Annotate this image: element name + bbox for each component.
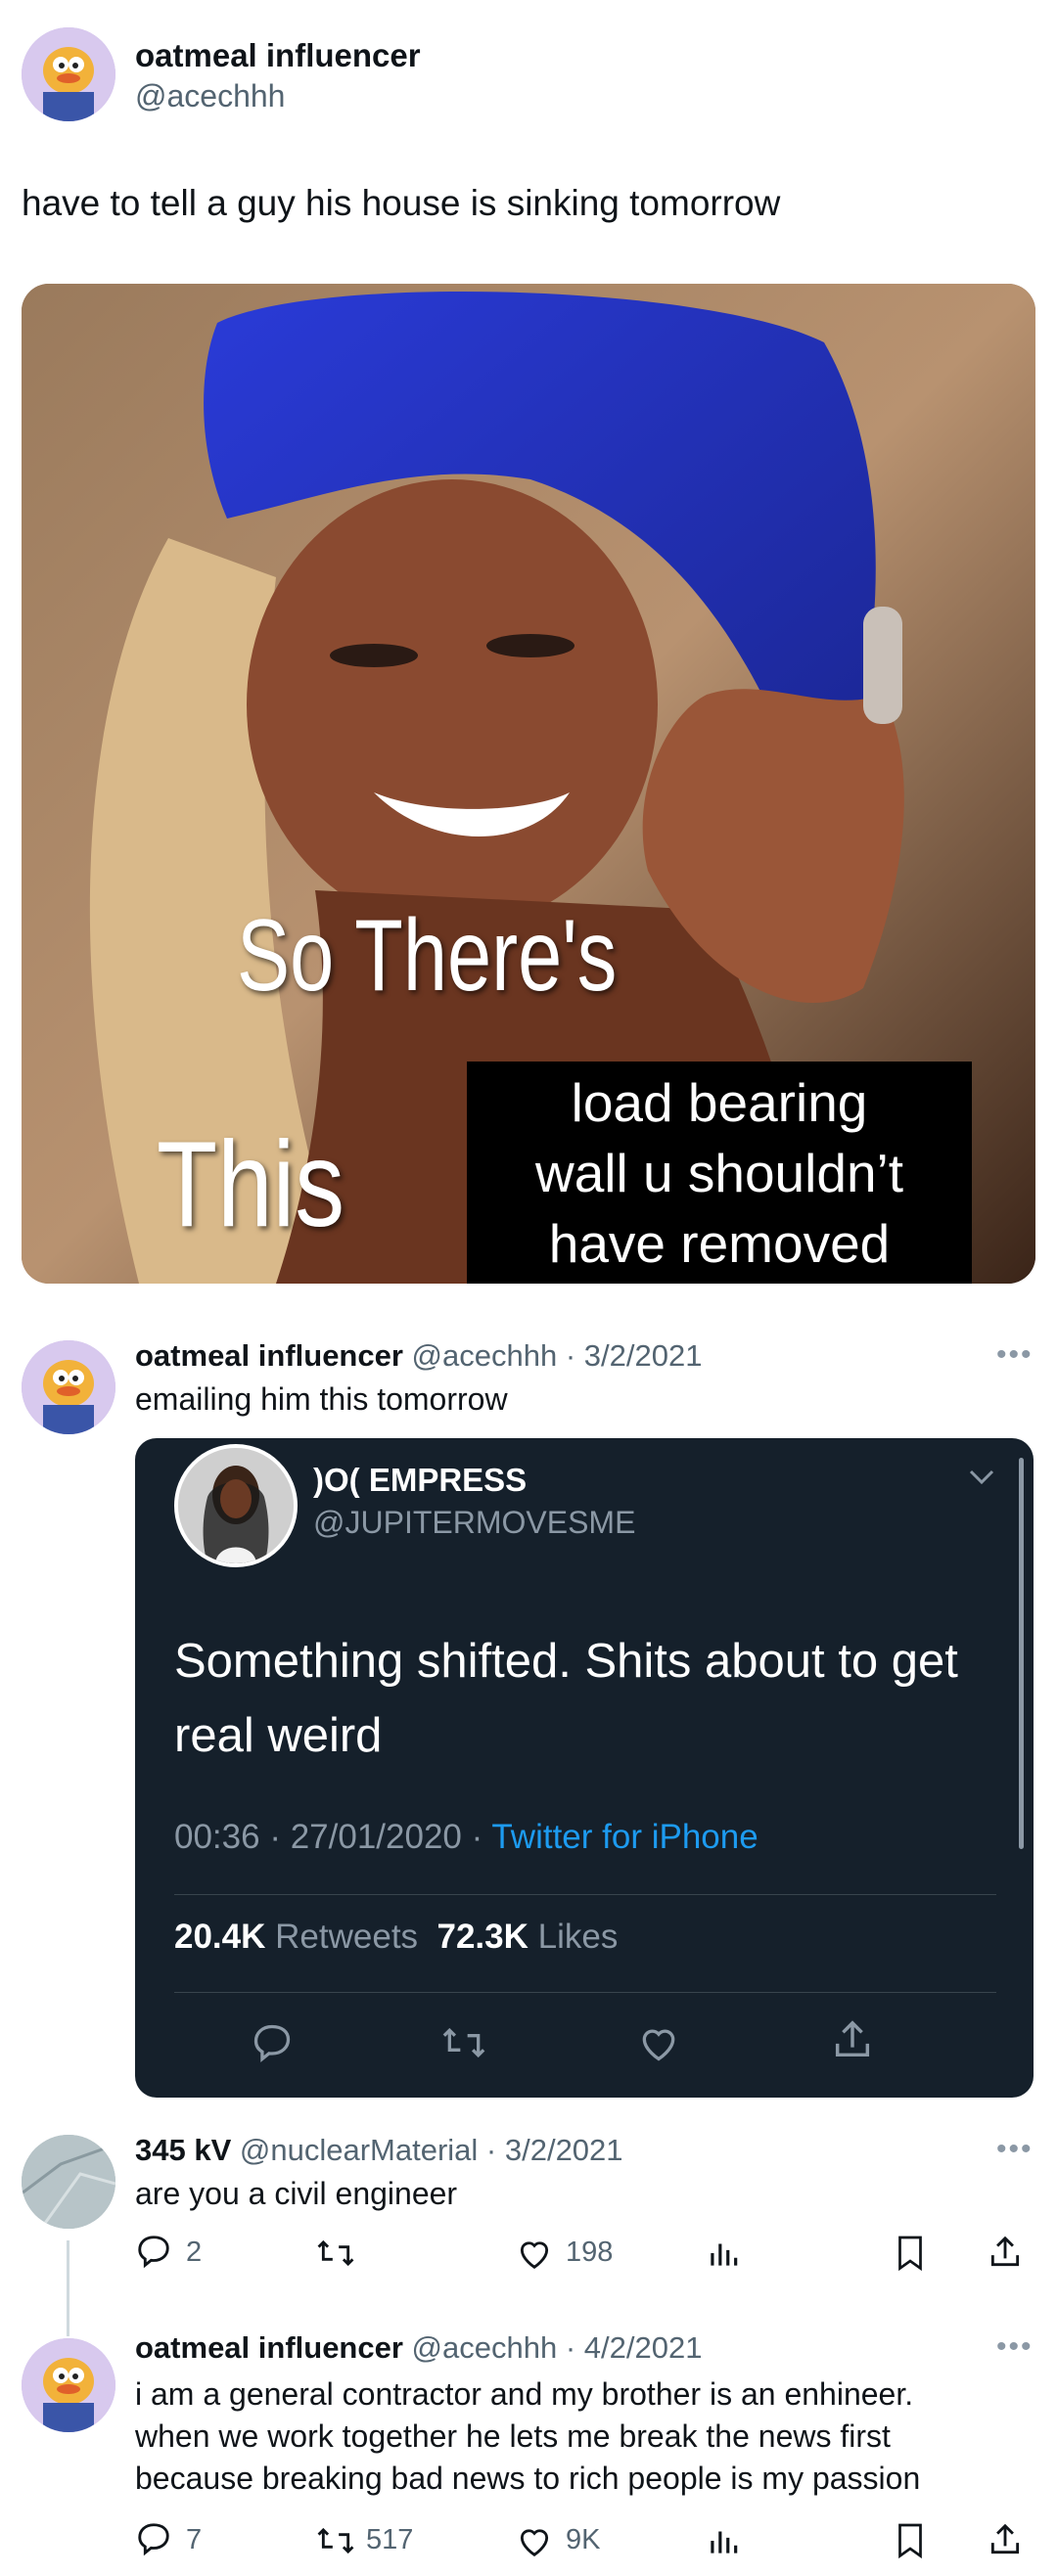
retweet-icon[interactable] — [315, 2235, 356, 2272]
reply2-header: 345 kV @nuclearMaterial · 3/2/2021 — [135, 2133, 623, 2168]
share-icon[interactable] — [830, 2017, 875, 2062]
quoted-avatar[interactable] — [174, 1444, 298, 1567]
quoted-meta: 00:36 · 27/01/2020 · Twitter for iPhone — [174, 1818, 758, 1856]
more-options-icon[interactable]: ••• — [996, 1338, 1034, 1372]
handle[interactable]: @acechhh — [135, 78, 285, 114]
quoted-time: 00:36 — [174, 1818, 260, 1856]
quoted-handle[interactable]: @JUPITERMOVESME — [313, 1505, 635, 1541]
avatar[interactable] — [22, 27, 115, 121]
analytics-icon[interactable] — [705, 2235, 742, 2272]
more-options-icon[interactable]: ••• — [996, 2133, 1034, 2166]
quoted-source[interactable]: Twitter for iPhone — [491, 1818, 758, 1856]
retweets-count[interactable]: 20.4K — [174, 1918, 265, 1956]
meme-caption-bottom: This — [157, 1117, 345, 1252]
quoted-display-name[interactable]: )O( EMPRESS — [313, 1462, 527, 1499]
like-count: 9K — [566, 2524, 601, 2555]
meme-overlay-line-1: load bearing — [571, 1072, 868, 1133]
chevron-down-icon[interactable] — [967, 1468, 996, 1492]
divider — [174, 1992, 996, 1993]
analytics-icon[interactable] — [705, 2522, 742, 2559]
reply2-handle[interactable]: @nuclearMaterial — [240, 2133, 478, 2167]
likes-count[interactable]: 72.3K — [437, 1918, 528, 1956]
separator-dot: · — [557, 2330, 584, 2365]
retweets-label[interactable]: Retweets — [275, 1918, 418, 1956]
thread-line — [67, 2240, 69, 2336]
reply-icon[interactable] — [135, 2233, 172, 2270]
quoted-stats: 20.4K Retweets 72.3K Likes — [174, 1918, 618, 1957]
retweet-icon[interactable] — [440, 2021, 487, 2064]
reply1-text: emailing him this tomorrow — [135, 1381, 508, 1417]
reply3-handle[interactable]: @acechhh — [412, 2330, 558, 2365]
reply1-avatar[interactable] — [22, 1340, 115, 1434]
reply-icon[interactable] — [135, 2520, 172, 2557]
separator-dot: · — [557, 1338, 584, 1373]
display-name[interactable]: oatmeal influencer — [135, 37, 421, 74]
reply-icon[interactable] — [251, 2021, 294, 2064]
reply-count: 2 — [186, 2237, 203, 2268]
quoted-text: Something shifted. Shits about to get re… — [174, 1635, 958, 1762]
scrollbar[interactable] — [1019, 1458, 1024, 1849]
tweet-text: have to tell a guy his house is sinking … — [22, 183, 781, 223]
separator-dot: · — [478, 2133, 505, 2167]
reply3-text: i am a general contractor and my brother… — [135, 2376, 921, 2496]
reply2-date[interactable]: 3/2/2021 — [505, 2133, 623, 2167]
like-icon[interactable] — [636, 2021, 681, 2064]
bookmark-icon[interactable] — [893, 2233, 928, 2272]
retweet-count: 517 — [366, 2524, 414, 2555]
share-icon[interactable] — [987, 2233, 1024, 2272]
reply1-header: oatmeal influencer @acechhh · 3/2/2021 — [135, 1338, 702, 1374]
meme-image[interactable]: So There's This load bearing wall u shou… — [22, 284, 1035, 1284]
reply2-avatar[interactable] — [22, 2135, 115, 2229]
reply2-display-name[interactable]: 345 kV — [135, 2133, 231, 2167]
like-count: 198 — [566, 2237, 614, 2268]
reply-count: 7 — [186, 2524, 203, 2555]
meme-overlay-line-2: wall u shouldn’t — [534, 1143, 904, 1203]
meme-overlay-line-3: have removed — [548, 1213, 891, 1274]
quoted-date: 27/01/2020 — [290, 1818, 462, 1856]
reply1-display-name[interactable]: oatmeal influencer — [135, 1338, 403, 1373]
reply3-header: oatmeal influencer @acechhh · 4/2/2021 — [135, 2330, 702, 2366]
likes-label[interactable]: Likes — [538, 1918, 619, 1956]
reply3-avatar[interactable] — [22, 2338, 115, 2432]
bookmark-icon[interactable] — [893, 2520, 928, 2559]
reply1-handle[interactable]: @acechhh — [412, 1338, 558, 1373]
divider — [174, 1894, 996, 1895]
more-options-icon[interactable]: ••• — [996, 2330, 1034, 2364]
like-icon[interactable] — [515, 2235, 554, 2272]
reply2-text: are you a civil engineer — [135, 2176, 458, 2211]
share-icon[interactable] — [987, 2520, 1024, 2559]
like-icon[interactable] — [515, 2522, 554, 2559]
quoted-tweet-card[interactable]: )O( EMPRESS @JUPITERMOVESME Something sh… — [135, 1438, 1034, 2098]
reply1-date[interactable]: 3/2/2021 — [584, 1338, 703, 1373]
reply3-date[interactable]: 4/2/2021 — [584, 2330, 703, 2365]
retweet-icon[interactable] — [315, 2522, 356, 2559]
reply3-display-name[interactable]: oatmeal influencer — [135, 2330, 403, 2365]
meme-caption-top: So There's — [237, 899, 618, 1013]
